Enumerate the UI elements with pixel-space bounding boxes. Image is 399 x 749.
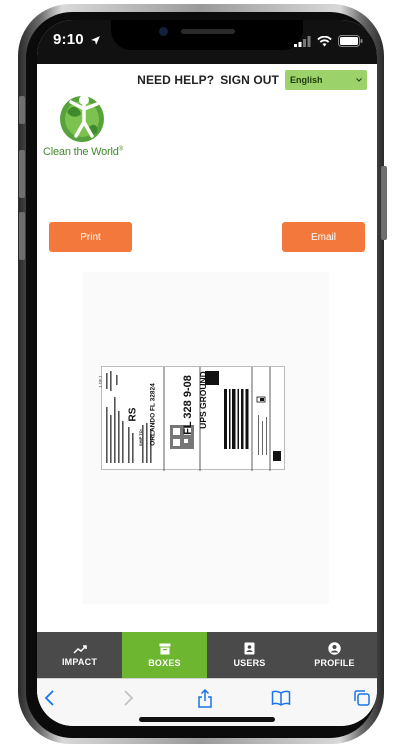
notch bbox=[111, 20, 303, 50]
profile-icon bbox=[328, 642, 341, 655]
tab-users[interactable]: USERS bbox=[207, 632, 292, 678]
signal-icon bbox=[294, 35, 311, 47]
silent-switch bbox=[19, 96, 25, 124]
back-icon[interactable] bbox=[43, 689, 57, 707]
tab-users-label: USERS bbox=[233, 658, 266, 668]
home-indicator[interactable] bbox=[139, 717, 275, 722]
status-bar: 9:10 bbox=[37, 20, 377, 64]
chevron-down-icon bbox=[356, 78, 362, 82]
share-icon[interactable] bbox=[197, 689, 213, 709]
sign-out-link[interactable]: SIGN OUT bbox=[220, 73, 279, 87]
label-destination: ORLANDO FL 32824 bbox=[149, 383, 157, 446]
label-ship-to: SHIP TO: bbox=[138, 428, 144, 447]
tab-boxes[interactable]: BOXES bbox=[122, 632, 207, 678]
label-service: UPS GROUND bbox=[197, 371, 208, 429]
earpiece-speaker bbox=[181, 29, 235, 34]
language-select[interactable]: English bbox=[285, 70, 367, 90]
front-camera bbox=[159, 27, 168, 36]
label-box-count: 1 OF 1 bbox=[97, 375, 103, 388]
tab-profile-label: PROFILE bbox=[314, 658, 355, 668]
volume-up-button bbox=[19, 150, 25, 198]
globe-figure-icon bbox=[60, 95, 104, 142]
power-button bbox=[381, 166, 387, 240]
wifi-icon bbox=[317, 35, 332, 46]
safari-toolbar bbox=[37, 678, 377, 726]
need-help-link[interactable]: NEED HELP? bbox=[137, 73, 214, 87]
app-tab-bar: IMPACT BOXES USERS PROFILE bbox=[37, 632, 377, 678]
tab-impact-label: IMPACT bbox=[61, 656, 98, 667]
language-select-value: English bbox=[290, 75, 323, 85]
bookmarks-icon[interactable] bbox=[271, 689, 291, 707]
status-time: 9:10 bbox=[53, 31, 84, 48]
volume-down-button bbox=[19, 212, 25, 260]
web-page: NEED HELP? SIGN OUT English Clean the Wo… bbox=[37, 64, 377, 632]
print-button[interactable]: Print bbox=[49, 222, 132, 252]
print-button-label: Print bbox=[80, 231, 101, 243]
phone-screen: 9:10 NEED HELP? SIGN OUT English Clean t… bbox=[37, 20, 377, 726]
tab-profile[interactable]: PROFILE bbox=[292, 632, 377, 678]
status-icons bbox=[294, 34, 363, 48]
label-postal-code: FL 328 9-08 bbox=[181, 375, 194, 435]
label-service-code: RS bbox=[127, 407, 139, 422]
email-button-label: Email bbox=[310, 231, 336, 243]
contact-book-icon bbox=[244, 642, 255, 655]
clean-the-world-logo[interactable]: Clean the World® bbox=[43, 92, 123, 158]
tab-impact[interactable]: IMPACT bbox=[37, 632, 122, 678]
tabs-icon[interactable] bbox=[353, 689, 371, 707]
top-nav: NEED HELP? SIGN OUT English bbox=[37, 68, 377, 92]
shipping-label: 1 OF 1 RS SHIP TO: ORLANDO FL 32824 FL 3… bbox=[97, 366, 285, 471]
box-icon bbox=[159, 643, 170, 654]
tab-boxes-label: BOXES bbox=[148, 657, 181, 668]
forward-icon[interactable] bbox=[121, 689, 135, 707]
location-arrow-icon bbox=[91, 36, 100, 45]
battery-icon bbox=[338, 35, 363, 47]
email-button[interactable]: Email bbox=[282, 222, 365, 252]
trend-line-icon bbox=[72, 644, 87, 654]
logo-wordmark: Clean the World® bbox=[43, 146, 123, 158]
